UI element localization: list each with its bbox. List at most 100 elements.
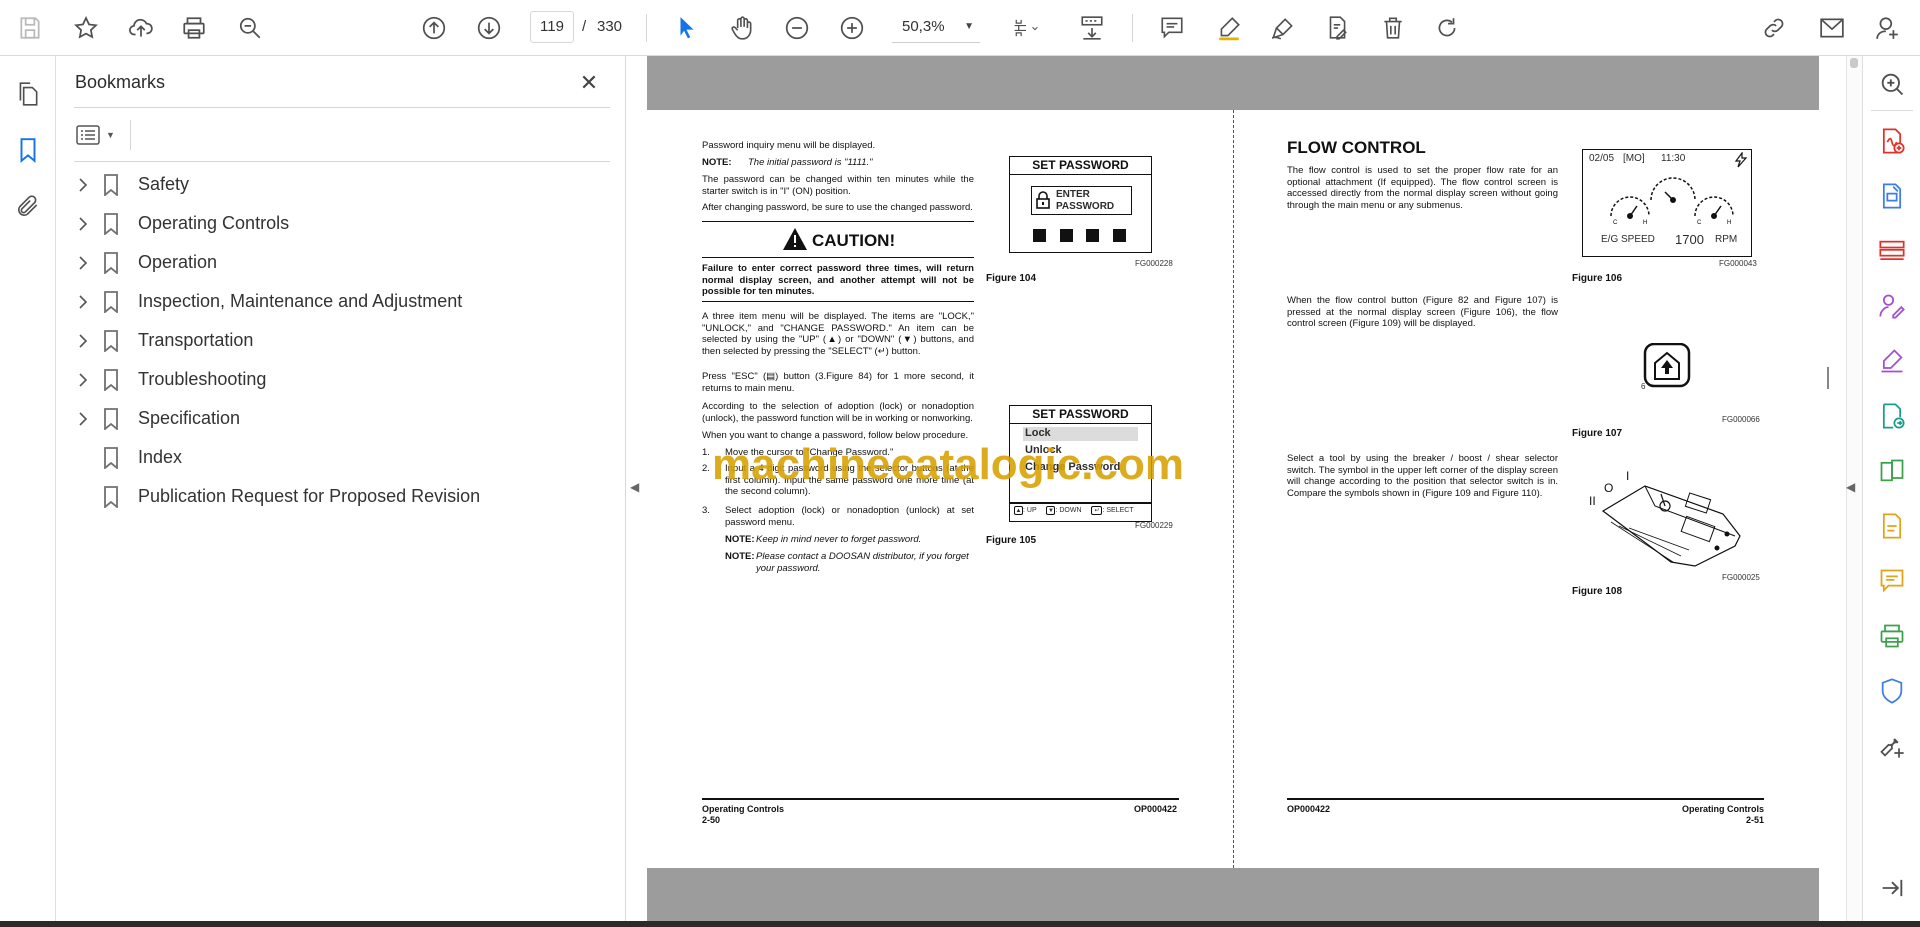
legend-divider [1010, 502, 1151, 504]
scrollbar-thumb[interactable] [1850, 58, 1858, 68]
step-number: 3. [702, 505, 710, 516]
note3-label: NOTE: [725, 551, 755, 562]
chevron-right-icon[interactable] [72, 174, 94, 196]
collapse-right-panel-icon[interactable]: ◀ [1846, 480, 1855, 494]
svg-text:C: C [1697, 220, 1702, 226]
para-after-change: After changing password, be sure to use … [702, 202, 973, 213]
bookmark-icon [100, 407, 122, 431]
chevron-right-icon[interactable] [72, 291, 94, 313]
bookmark-item[interactable]: Transportation [70, 321, 610, 360]
star-icon[interactable] [68, 10, 104, 46]
bookmark-icon [100, 329, 122, 353]
bookmark-panel-icon[interactable] [12, 134, 44, 166]
send-for-review-icon[interactable] [1877, 401, 1907, 431]
collapse-left-panel-icon[interactable]: ◀ [630, 480, 639, 494]
hand-tool-icon[interactable] [724, 10, 760, 46]
fill-and-sign-icon[interactable] [1877, 346, 1907, 376]
password-digit-box [1060, 229, 1073, 242]
bookmarks-panel: Bookmarks ✕ ▼ Safety Operating Controls Op… [56, 56, 626, 921]
draw-pen-icon[interactable] [1265, 10, 1301, 46]
engine-speed-unit: RPM [1715, 234, 1738, 245]
add-user-icon[interactable] [1870, 10, 1906, 46]
bookmark-item[interactable]: Safety [70, 165, 610, 204]
zoom-out-icon[interactable] [779, 10, 815, 46]
edit-text-icon[interactable] [1319, 10, 1355, 46]
print-production-icon[interactable] [1877, 621, 1907, 651]
pdf-reader-window: 119 / 330 50,3% ▼ Bookmarks ✕ ▼ Safety O… [0, 0, 1920, 927]
compare-files-icon[interactable] [1877, 456, 1907, 486]
more-tools-icon[interactable] [1877, 731, 1907, 761]
bookmark-item[interactable]: Publication Request for Proposed Revisio… [70, 477, 610, 516]
section-title: FLOW CONTROL [1287, 138, 1426, 157]
caution-mid-rule [702, 257, 974, 258]
close-icon[interactable]: ✕ [576, 70, 602, 96]
chevron-right-icon[interactable] [72, 252, 94, 274]
figure-104-title: SET PASSWORD [1010, 157, 1151, 175]
enter-label: ENTER [1056, 189, 1090, 200]
bookmark-item[interactable]: Operating Controls [70, 204, 610, 243]
upload-cloud-icon[interactable] [123, 10, 159, 46]
chevron-right-icon[interactable] [72, 330, 94, 352]
search-zoom-icon[interactable] [1877, 69, 1907, 99]
note2-label: NOTE: [725, 534, 755, 545]
page-resize-handle[interactable] [1827, 367, 1829, 389]
redo-icon[interactable] [1429, 10, 1465, 46]
switch-position-i: I [1626, 469, 1630, 483]
figure-106-normal-display: 02/05 [MO] 11:30 C H C H E/G SPEED 1700 RP… [1582, 149, 1752, 257]
para-esc: Press "ESC" (▤) button (3.Figure 84) for… [702, 371, 974, 394]
page-total: 330 [597, 18, 623, 35]
select-cursor-icon[interactable] [669, 10, 705, 46]
trash-icon[interactable] [1375, 10, 1411, 46]
chevron-right-icon[interactable] [72, 369, 94, 391]
attachments-paperclip-icon[interactable] [12, 190, 44, 222]
flow-control-button-icon [1643, 343, 1691, 388]
footer-section-title: Operating Controls [702, 804, 785, 814]
share-link-icon[interactable] [1756, 10, 1792, 46]
bookmark-label: Safety [138, 174, 190, 194]
protect-shield-icon[interactable] [1877, 676, 1907, 706]
bookmark-options-button[interactable]: ▼ [76, 120, 124, 150]
figure-108-code: FG000025 [1722, 573, 1760, 582]
page-thumbnails-icon[interactable] [12, 78, 44, 110]
comment-icon[interactable] [1154, 10, 1190, 46]
next-page-icon[interactable] [471, 10, 507, 46]
footer-section-title: Operating Controls [1681, 804, 1764, 814]
comment-tool-icon[interactable] [1877, 566, 1907, 596]
request-signature-icon[interactable] [1877, 291, 1907, 321]
export-pdf-icon[interactable] [1877, 181, 1907, 211]
create-pdf-icon[interactable] [1877, 126, 1907, 156]
watermark-text: machinecatalogic.com [712, 440, 1184, 489]
email-icon[interactable] [1814, 10, 1850, 46]
bookmark-item[interactable]: Troubleshooting [70, 360, 610, 399]
page-fit-icon[interactable] [1000, 10, 1052, 46]
organize-pages-icon[interactable] [1877, 236, 1907, 266]
collapse-tools-pane-icon[interactable] [1877, 873, 1907, 903]
list-options-icon [76, 125, 100, 145]
bookmark-label: Operation [138, 252, 218, 272]
zoom-in-icon[interactable] [834, 10, 870, 46]
page-number-input[interactable]: 119 [530, 11, 574, 43]
note-label: NOTE: [702, 157, 732, 169]
chevron-down-icon: ▼ [964, 21, 974, 32]
bookmark-item[interactable]: Inspection, Maintenance and Adjustment [70, 282, 610, 321]
bookmark-item[interactable]: Index [70, 438, 610, 477]
scroll-mode-icon[interactable] [1074, 10, 1110, 46]
print-icon[interactable] [176, 10, 212, 46]
svg-text:H: H [1727, 220, 1731, 226]
highlight-pen-icon[interactable] [1211, 10, 1247, 46]
zoom-level-dropdown[interactable]: 50,3% ▼ [892, 11, 980, 43]
save-icon[interactable] [12, 10, 48, 46]
bookmark-item[interactable]: Operation [70, 243, 610, 282]
zoom-search-icon[interactable] [232, 10, 268, 46]
toolbar-divider [1132, 14, 1133, 42]
previous-page-icon[interactable] [416, 10, 452, 46]
chevron-down-icon: ▼ [106, 130, 115, 140]
chevron-right-icon[interactable] [72, 408, 94, 430]
warning-triangle-icon [783, 228, 807, 250]
chevron-right-icon[interactable] [72, 213, 94, 235]
bookmark-item[interactable]: Specification [70, 399, 610, 438]
note2-text: Keep in mind never to forget password. [756, 534, 922, 545]
left-navigation-rail [0, 56, 56, 921]
para-change-password: The password can be changed within ten m… [702, 174, 974, 197]
scan-ocr-icon[interactable] [1877, 511, 1907, 541]
